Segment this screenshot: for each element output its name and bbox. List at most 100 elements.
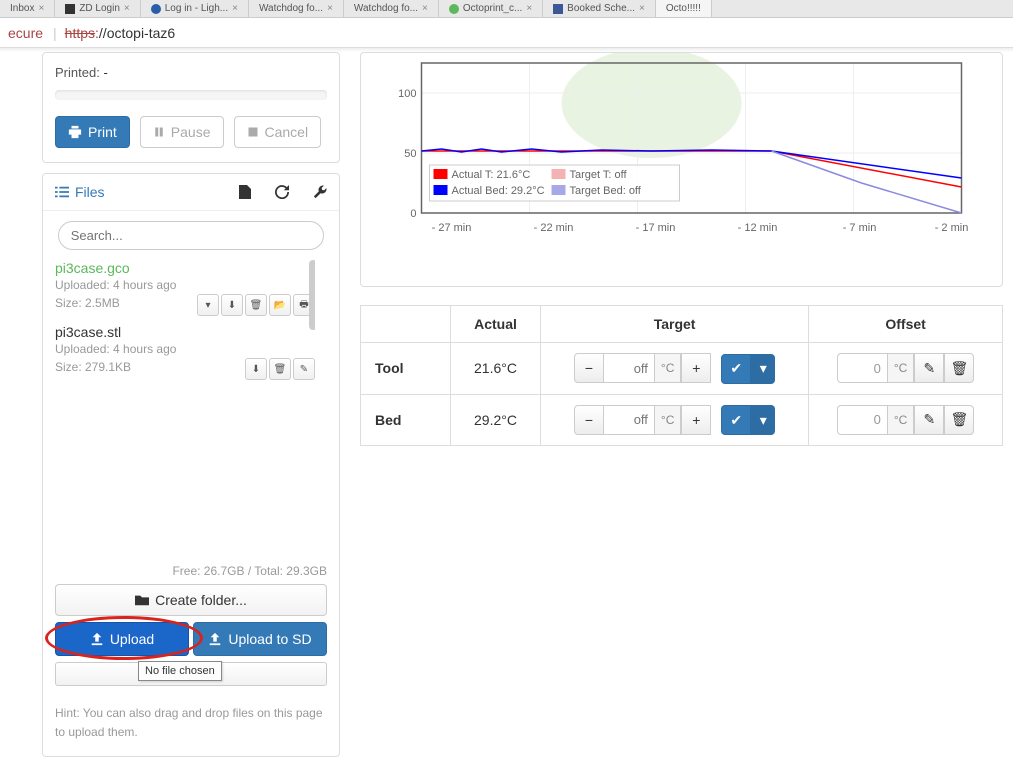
file-input-tooltip: No file chosen <box>138 661 222 681</box>
wrench-icon[interactable] <box>313 185 327 199</box>
target-input[interactable] <box>604 353 654 383</box>
plus-button[interactable]: + <box>681 405 711 435</box>
upload-to-sd-button[interactable]: Upload to SD <box>193 622 327 656</box>
col-offset: Offset <box>809 306 1003 343</box>
print-icon[interactable]: 🖶 <box>293 294 315 316</box>
files-title[interactable]: Files <box>55 184 105 200</box>
file-name: pi3case.gco <box>55 260 315 276</box>
url-protocol: https <box>65 25 95 41</box>
upload-button[interactable]: Upload <box>55 622 189 656</box>
trash-icon[interactable]: 🗑 <box>269 358 291 380</box>
close-icon[interactable]: × <box>639 3 645 14</box>
svg-text:- 17 min: - 17 min <box>636 222 676 234</box>
file-list[interactable]: pi3case.gco Uploaded: 4 hours ago ▾ ⬇ 🗑 … <box>55 260 327 560</box>
favicon <box>449 4 459 14</box>
temperature-table: Actual Target Offset Tool 21.6°C − °C + … <box>360 305 1003 446</box>
offset-input[interactable] <box>837 405 887 435</box>
folder-open-icon[interactable]: 📂 <box>269 294 291 316</box>
unit-label: °C <box>887 353 914 383</box>
file-item[interactable]: pi3case.gco Uploaded: 4 hours ago ▾ ⬇ 🗑 … <box>55 260 315 324</box>
folder-icon <box>135 594 149 606</box>
print-button[interactable]: Print <box>55 116 130 148</box>
minus-button[interactable]: − <box>574 353 604 383</box>
search-input[interactable] <box>58 221 325 250</box>
refresh-icon[interactable] <box>275 185 289 199</box>
edit-button[interactable]: ✎ <box>914 353 944 383</box>
row-label: Tool <box>361 343 451 395</box>
edit-button[interactable]: ✎ <box>914 405 944 435</box>
actual-temp: 29.2°C <box>451 394 541 446</box>
target-dropdown[interactable]: ▾ <box>751 354 775 384</box>
table-row: Bed 29.2°C − °C + ✔ ▾ <box>361 394 1003 446</box>
target-input[interactable] <box>604 405 654 435</box>
browser-tab[interactable]: Log in - Ligh...× <box>141 0 249 17</box>
svg-text:100: 100 <box>398 88 416 100</box>
plus-button[interactable]: + <box>681 353 711 383</box>
favicon <box>553 4 563 14</box>
file-input[interactable]: No file chosen <box>55 662 327 686</box>
browser-tab[interactable]: Watchdog fo...× <box>344 0 439 17</box>
close-icon[interactable]: × <box>327 3 333 14</box>
upload-hint: Hint: You can also drag and drop files o… <box>55 704 327 742</box>
url-host: //octopi-taz6 <box>99 25 175 41</box>
table-row: Tool 21.6°C − °C + ✔ ▾ <box>361 343 1003 395</box>
offset-input[interactable] <box>837 353 887 383</box>
confirm-button[interactable]: ✔ <box>721 354 751 384</box>
file-item[interactable]: pi3case.stl Uploaded: 4 hours ago ⬇ 🗑 ✎ … <box>55 324 315 388</box>
browser-tab[interactable]: Booked Sche...× <box>543 0 656 17</box>
close-icon[interactable]: × <box>232 3 238 14</box>
file-uploaded: Uploaded: 4 hours ago <box>55 340 315 358</box>
minus-button[interactable]: − <box>574 405 604 435</box>
trash-icon[interactable]: 🗑 <box>245 294 267 316</box>
slice-icon[interactable]: ✎ <box>293 358 315 380</box>
pause-icon <box>153 126 165 138</box>
row-label: Bed <box>361 394 451 446</box>
chart-svg: 0 50 100 - 27 min - 22 min - 17 min - 12… <box>371 53 992 273</box>
browser-tab[interactable]: Octoprint_c...× <box>439 0 543 17</box>
files-panel: Files pi3case.gco Uploaded: 4 hours ago … <box>42 173 340 757</box>
state-panel: Printed: - Print Pause Cancel <box>42 52 340 163</box>
cancel-button[interactable]: Cancel <box>234 116 322 148</box>
close-icon[interactable]: × <box>526 3 532 14</box>
insecure-label: ecure <box>8 25 43 41</box>
chevron-down-icon[interactable]: ▾ <box>197 294 219 316</box>
close-icon[interactable]: × <box>38 3 44 14</box>
browser-tab-strip: Inbox× ZD Login× Log in - Ligh...× Watch… <box>0 0 1013 18</box>
download-icon[interactable]: ⬇ <box>245 358 267 380</box>
list-icon <box>55 186 69 198</box>
storage-info: Free: 26.7GB / Total: 29.3GB <box>55 564 327 578</box>
printed-label: Printed: <box>55 65 100 80</box>
col-target: Target <box>541 306 809 343</box>
svg-text:- 22 min: - 22 min <box>534 222 574 234</box>
svg-text:- 12 min: - 12 min <box>738 222 778 234</box>
svg-text:Actual Bed: 29.2°C: Actual Bed: 29.2°C <box>452 185 545 197</box>
trash-button[interactable]: 🗑 <box>944 353 974 383</box>
create-folder-button[interactable]: Create folder... <box>55 584 327 616</box>
browser-tab[interactable]: Inbox× <box>0 0 55 17</box>
stop-icon <box>247 126 259 138</box>
download-icon[interactable]: ⬇ <box>221 294 243 316</box>
browser-tab[interactable]: ZD Login× <box>55 0 140 17</box>
trash-button[interactable]: 🗑 <box>944 405 974 435</box>
file-uploaded: Uploaded: 4 hours ago <box>55 276 315 294</box>
upload-icon <box>90 632 104 646</box>
browser-tab[interactable]: Watchdog fo...× <box>249 0 344 17</box>
unit-label: °C <box>654 405 681 435</box>
temperature-chart: 0 50 100 - 27 min - 22 min - 17 min - 12… <box>360 52 1003 287</box>
pause-button[interactable]: Pause <box>140 116 224 148</box>
close-icon[interactable]: × <box>422 3 428 14</box>
favicon <box>65 4 75 14</box>
unit-label: °C <box>654 353 681 383</box>
col-actual: Actual <box>451 306 541 343</box>
close-icon[interactable]: × <box>124 3 130 14</box>
browser-tab[interactable]: Octo!!!!! <box>656 0 712 17</box>
confirm-button[interactable]: ✔ <box>721 405 751 435</box>
unit-label: °C <box>887 405 914 435</box>
target-dropdown[interactable]: ▾ <box>751 405 775 435</box>
svg-text:- 27 min: - 27 min <box>432 222 472 234</box>
upload-icon <box>208 632 222 646</box>
url-bar[interactable]: ecure | https://octopi-taz6 <box>0 18 1013 48</box>
svg-text:- 2 min: - 2 min <box>935 222 969 234</box>
file-icon[interactable] <box>239 185 251 199</box>
svg-text:- 7 min: - 7 min <box>843 222 877 234</box>
